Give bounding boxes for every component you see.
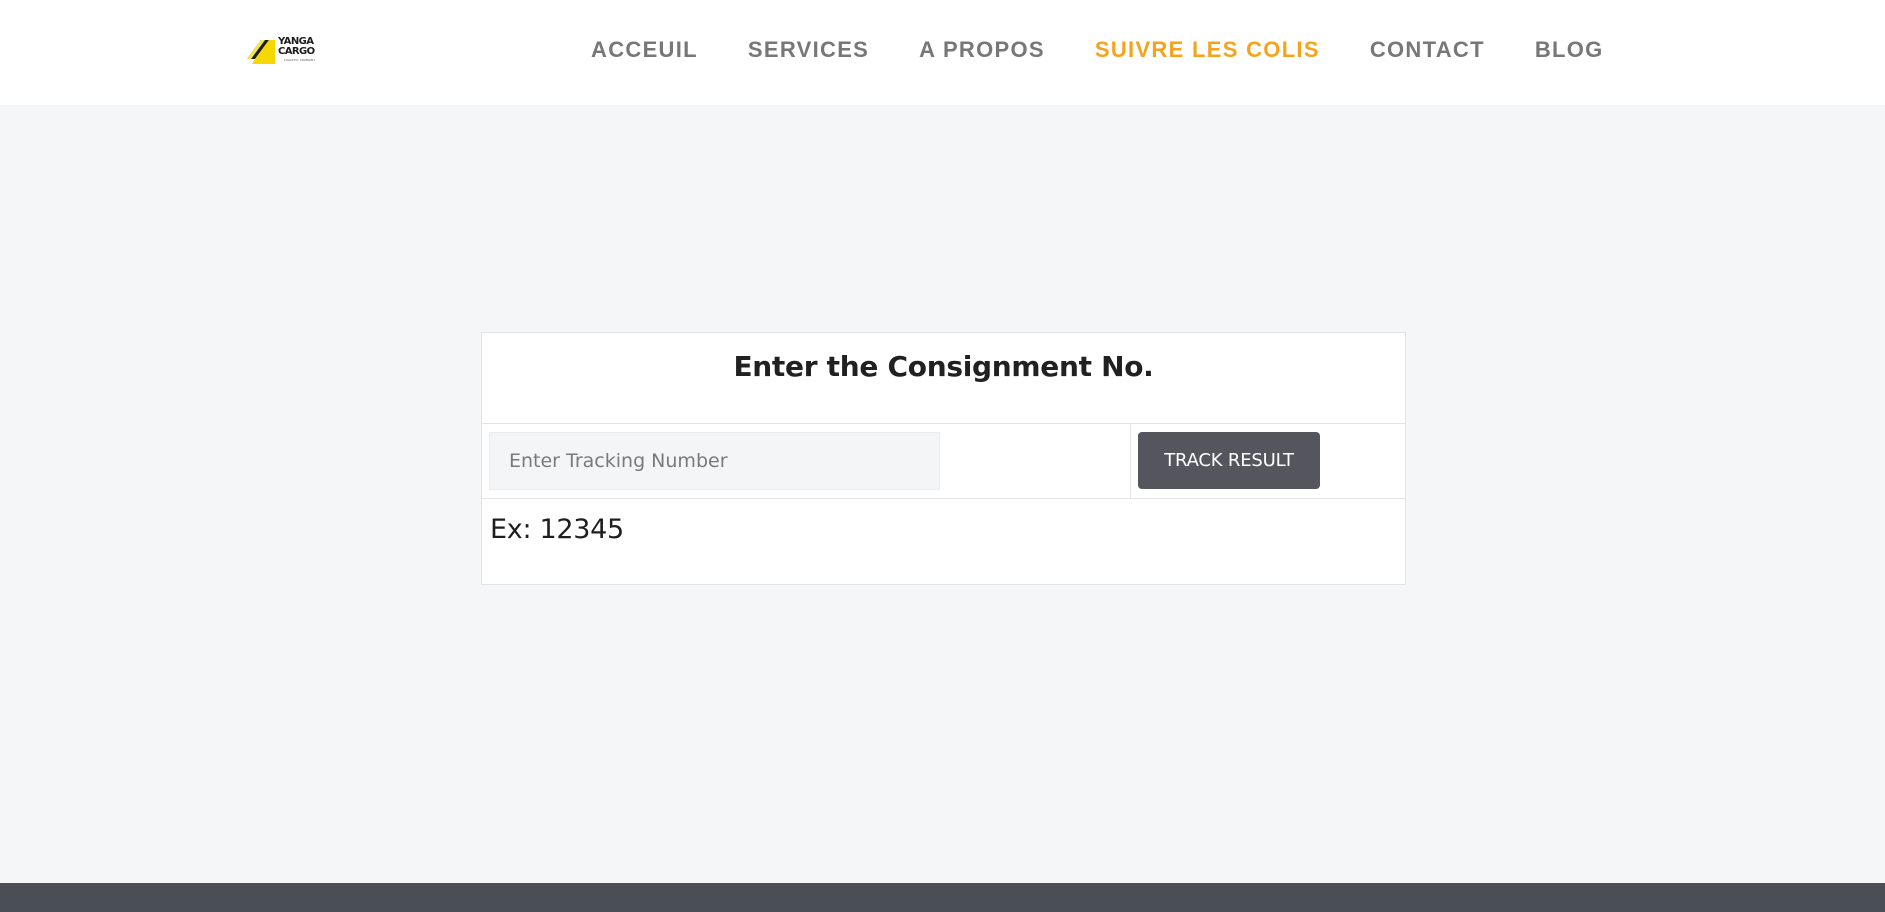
tracking-form-row: TRACK RESULT bbox=[482, 424, 1405, 499]
nav-item-services[interactable]: SERVICES bbox=[748, 36, 869, 64]
nav-item-blog[interactable]: BLOG bbox=[1535, 36, 1604, 64]
site-header: YANGA CARGO LOGISTIC COMPANY ACCEUIL SER… bbox=[0, 0, 1885, 105]
logo-tagline: LOGISTIC COMPANY bbox=[284, 57, 316, 62]
tracking-input-cell bbox=[482, 424, 1131, 498]
tracking-title: Enter the Consignment No. bbox=[482, 333, 1405, 424]
tracking-button-cell: TRACK RESULT bbox=[1131, 424, 1405, 498]
tracking-example-text: Ex: 12345 bbox=[490, 514, 624, 545]
site-footer bbox=[0, 883, 1885, 912]
site-logo[interactable]: YANGA CARGO LOGISTIC COMPANY bbox=[244, 33, 346, 65]
logo-mark-icon bbox=[244, 33, 276, 65]
nav-item-suivre-les-colis[interactable]: SUIVRE LES COLIS bbox=[1095, 36, 1320, 64]
nav-item-a-propos[interactable]: A PROPOS bbox=[919, 36, 1045, 64]
tracking-panel: Enter the Consignment No. TRACK RESULT E… bbox=[481, 332, 1406, 585]
tracking-number-input[interactable] bbox=[489, 432, 940, 490]
main-nav: ACCEUIL SERVICES A PROPOS SUIVRE LES COL… bbox=[591, 36, 1604, 64]
logo-name: YANGA CARGO bbox=[278, 35, 315, 57]
track-result-button[interactable]: TRACK RESULT bbox=[1138, 432, 1320, 489]
nav-item-contact[interactable]: CONTACT bbox=[1370, 36, 1485, 64]
nav-item-acceuil[interactable]: ACCEUIL bbox=[591, 36, 698, 64]
